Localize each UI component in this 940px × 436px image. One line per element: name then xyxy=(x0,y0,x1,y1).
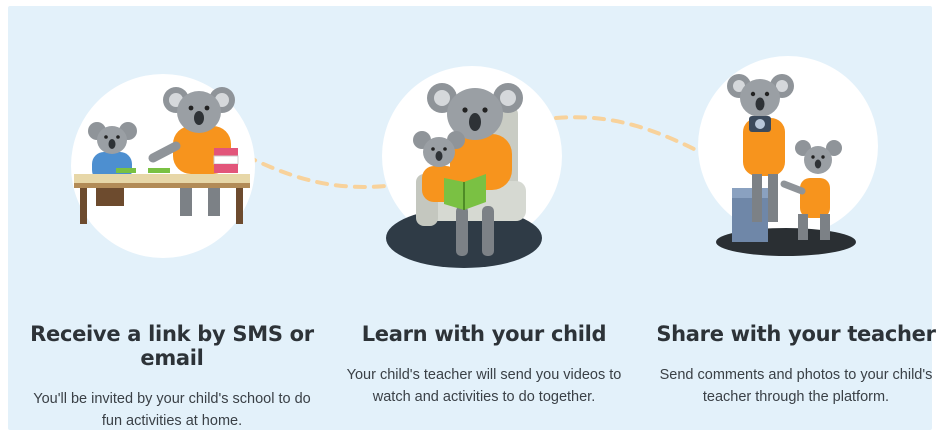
illustrations xyxy=(71,56,878,268)
step-title: Share with your teacher xyxy=(656,322,936,346)
step-title: Learn with your child xyxy=(361,322,607,346)
step-receive-link: Receive a link by SMS or email You'll be… xyxy=(22,322,322,432)
step-share-with-teacher: Share with your teacher Send comments an… xyxy=(646,322,940,408)
step-learn-with-child: Learn with your child Your child's teach… xyxy=(334,322,634,408)
koala-table-illustration xyxy=(71,74,255,258)
step-description: Your child's teacher will send you video… xyxy=(346,367,622,405)
step-description: Send comments and photos to your child's… xyxy=(659,367,933,405)
dashed-connector-2 xyxy=(554,115,700,153)
how-it-works-panel: Receive a link by SMS or email You'll be… xyxy=(8,6,936,432)
step-title: Receive a link by SMS or email xyxy=(30,322,314,370)
koala-reading-illustration xyxy=(382,66,562,268)
step-description: You'll be invited by your child's school… xyxy=(33,391,311,429)
dashed-connector-1 xyxy=(244,154,388,189)
koala-camera-illustration xyxy=(698,56,878,256)
